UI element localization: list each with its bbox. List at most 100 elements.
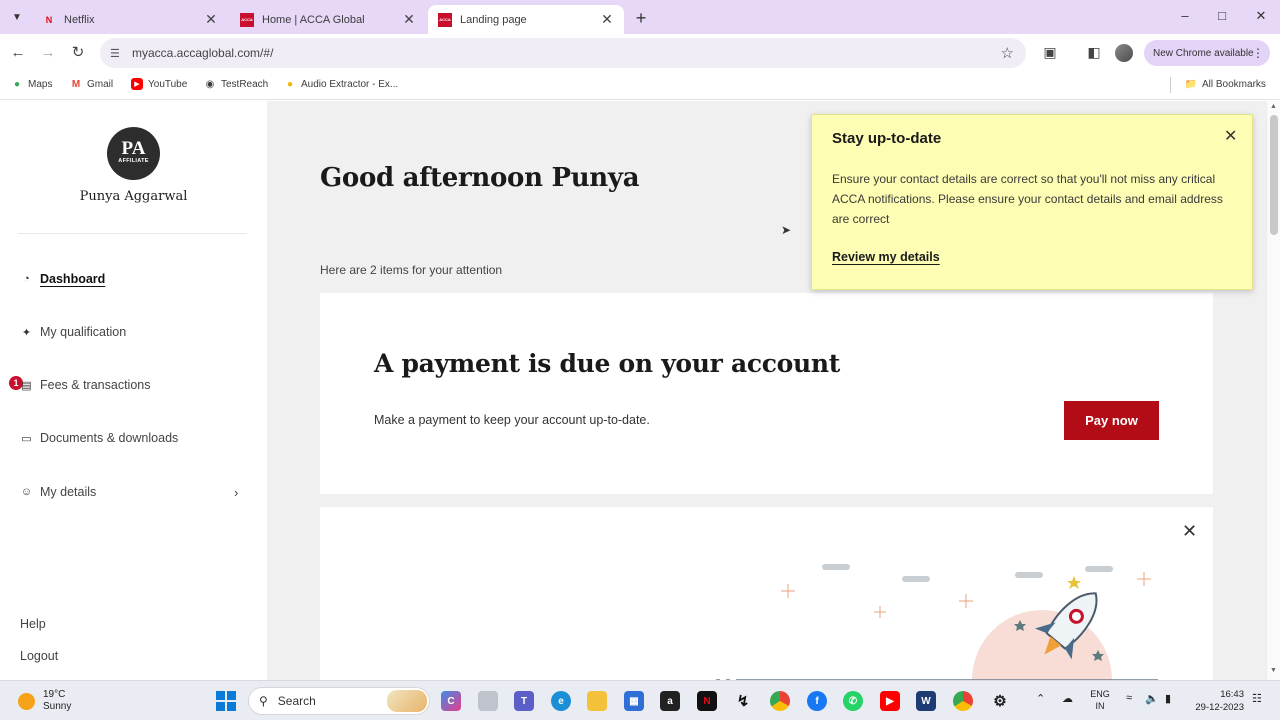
sidebar-item-documents-downloads[interactable]: ▭ Documents & downloads xyxy=(20,431,178,445)
scroll-thumb[interactable] xyxy=(1270,115,1278,235)
folder-icon: ▭ xyxy=(21,432,32,445)
promo-card: ✕ xyxy=(320,507,1213,680)
pay-now-button[interactable]: Pay now xyxy=(1064,401,1159,440)
site-info-icon[interactable]: ☰ xyxy=(110,47,124,60)
youtube-icon[interactable]: ▶ xyxy=(880,691,900,711)
sidebar-item-dashboard[interactable]: ◔ Dashboard xyxy=(20,272,105,286)
sidebar-item-my-details[interactable]: ☺ My details xyxy=(20,485,96,499)
copilot-icon[interactable]: C xyxy=(441,691,461,711)
bookmark-testreach[interactable]: ◉ TestReach xyxy=(204,78,269,90)
sidebar-item-fees-transactions[interactable]: ▤ Fees & transactions xyxy=(20,378,150,392)
close-tab-icon[interactable]: ✕ xyxy=(600,11,614,28)
bookmark-maps[interactable]: ● Maps xyxy=(11,78,52,90)
netflix-icon[interactable]: N xyxy=(697,691,717,711)
scroll-down-icon[interactable]: ▼ xyxy=(1270,667,1277,674)
youtube-icon: ▶ xyxy=(131,78,143,90)
address-bar[interactable]: ☰ myacca.accaglobal.com/#/ ☆ xyxy=(100,38,1026,68)
audio-extractor-icon: ● xyxy=(286,78,294,90)
bookmark-gmail[interactable]: M Gmail xyxy=(70,78,113,90)
close-tab-icon[interactable]: ✕ xyxy=(204,11,218,28)
close-icon[interactable]: ✕ xyxy=(1182,521,1197,542)
side-panel-icon[interactable]: ◧ xyxy=(1085,44,1103,61)
settings-gear-icon[interactable]: ⚙ xyxy=(990,691,1010,711)
wifi-icon[interactable]: ≈ xyxy=(1126,692,1132,704)
facebook-icon[interactable]: f xyxy=(807,691,827,711)
search-icon: ⚲ xyxy=(259,694,268,708)
more-menu-icon[interactable]: ⋮ xyxy=(1252,46,1264,60)
payment-due-card: A payment is due on your account Make a … xyxy=(320,293,1213,494)
language-indicator[interactable]: ENG IN xyxy=(1089,688,1111,712)
all-bookmarks[interactable]: 📁 All Bookmarks xyxy=(1185,78,1266,90)
card-heading: A payment is due on your account xyxy=(374,349,841,378)
sidebar-item-label: Dashboard xyxy=(40,272,106,286)
system-clock[interactable]: 16:43 29-12-2023 xyxy=(1190,688,1244,714)
chrome-update-button[interactable]: New Chrome available ⋮ xyxy=(1144,40,1270,66)
file-explorer-icon[interactable] xyxy=(587,691,607,711)
minimize-icon[interactable]: – xyxy=(1175,8,1195,23)
show-hidden-icons-chevron-icon[interactable]: ⌃ xyxy=(1036,692,1045,705)
bookmark-audio-extractor[interactable]: ● Audio Extractor - Ex... xyxy=(284,78,398,90)
page-title: Good afternoon Punya xyxy=(320,163,640,193)
extensions-icon[interactable]: ▣ xyxy=(1041,44,1059,61)
windows-start-icon[interactable] xyxy=(216,691,236,711)
battery-icon[interactable]: ▮ xyxy=(1165,692,1171,705)
microsoft-store-icon[interactable]: ▦ xyxy=(624,691,644,711)
stay-up-to-date-notification: Stay up-to-date ✕ Ensure your contact de… xyxy=(811,114,1253,290)
forward-icon[interactable]: → xyxy=(38,43,58,63)
chrome-icon[interactable] xyxy=(770,691,790,711)
tab-search-chevron-icon[interactable]: ▼ xyxy=(6,6,28,28)
clock-time: 16:43 xyxy=(1220,689,1244,700)
tab-netflix[interactable]: N Netflix ✕ xyxy=(32,5,228,34)
chevron-right-icon[interactable]: › xyxy=(234,485,238,500)
amazon-icon[interactable]: a xyxy=(660,691,680,711)
tab-acca-home[interactable]: ACCA Home | ACCA Global ✕ xyxy=(230,5,426,34)
edge-icon[interactable]: e xyxy=(551,691,571,711)
lightning-app-icon[interactable]: ↯ xyxy=(733,691,753,711)
weather-condition: Sunny xyxy=(43,701,72,712)
volume-icon[interactable]: 🔈 xyxy=(1145,692,1159,705)
bookmark-star-icon[interactable]: ☆ xyxy=(1001,44,1014,62)
card-body: Make a payment to keep your account up-t… xyxy=(374,413,650,427)
word-app-icon[interactable]: W xyxy=(916,691,936,711)
logout-link[interactable]: Logout xyxy=(20,649,58,663)
bookmarks-bar: ● Maps M Gmail ▶ YouTube ◉ TestReach ● A… xyxy=(0,72,1280,100)
task-view-icon[interactable] xyxy=(478,691,498,711)
tab-landing-page[interactable]: ACCA Landing page ✕ xyxy=(428,5,624,34)
new-tab-icon[interactable]: + xyxy=(632,8,650,29)
sidebar-item-label: My qualification xyxy=(40,325,127,339)
close-icon[interactable]: ✕ xyxy=(1224,126,1237,146)
rocket-illustration xyxy=(710,564,1158,680)
teams-icon[interactable]: T xyxy=(514,691,534,711)
scroll-up-icon[interactable]: ▲ xyxy=(1270,103,1277,110)
search-highlight-image xyxy=(387,690,427,712)
sidebar-divider xyxy=(18,233,247,234)
close-window-icon[interactable]: ✕ xyxy=(1251,8,1271,24)
url-text: myacca.accaglobal.com/#/ xyxy=(132,46,274,60)
search-label: Search xyxy=(277,694,316,708)
help-link[interactable]: Help xyxy=(20,617,46,631)
notifications-icon[interactable]: ☷ xyxy=(1252,692,1262,705)
attention-summary: Here are 2 items for your attention xyxy=(320,263,503,277)
maximize-icon[interactable]: □ xyxy=(1212,8,1232,23)
sidebar-item-label: Fees & transactions xyxy=(40,378,151,392)
bookmark-label: Audio Extractor - Ex... xyxy=(301,78,399,90)
tab-strip: ▼ N Netflix ✕ ACCA Home | ACCA Global ✕ … xyxy=(0,0,1280,34)
bookmark-label: All Bookmarks xyxy=(1202,78,1266,90)
avatar: PA AFFILIATE xyxy=(107,127,160,180)
close-tab-icon[interactable]: ✕ xyxy=(402,11,416,28)
sidebar-item-my-qualification[interactable]: ✦ My qualification xyxy=(20,325,126,339)
bookmark-label: Gmail xyxy=(87,78,114,90)
whatsapp-icon[interactable]: ✆ xyxy=(843,691,863,711)
back-icon[interactable]: ← xyxy=(8,43,28,63)
testreach-icon: ◉ xyxy=(205,78,215,90)
review-my-details-link[interactable]: Review my details xyxy=(832,250,940,264)
bookmark-youtube[interactable]: ▶ YouTube xyxy=(131,78,187,90)
taskbar-search[interactable]: ⚲ Search xyxy=(248,687,430,715)
onedrive-cloud-icon[interactable]: ☁ xyxy=(1062,692,1073,705)
page-scrollbar[interactable]: ▲ ▼ xyxy=(1266,101,1280,680)
bookmark-label: TestReach xyxy=(221,78,269,90)
weather-widget[interactable]: 19°C Sunny xyxy=(18,689,71,713)
profile-avatar[interactable] xyxy=(1115,44,1133,62)
chrome-profile-icon[interactable] xyxy=(953,691,973,711)
reload-icon[interactable]: ↻ xyxy=(68,43,88,63)
